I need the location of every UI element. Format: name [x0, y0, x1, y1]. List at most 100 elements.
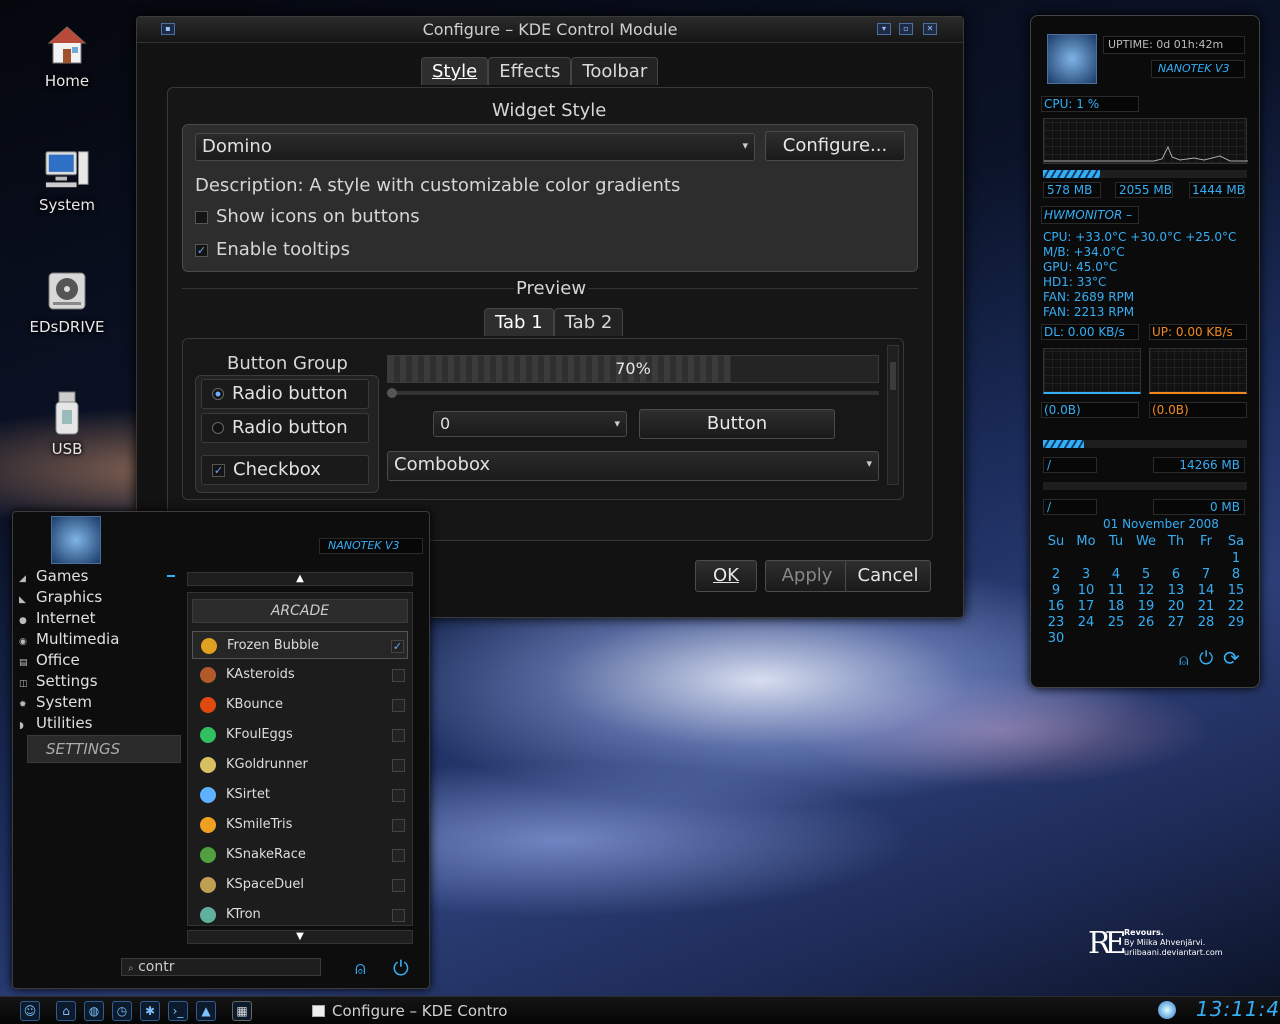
calendar-day[interactable]: 26	[1131, 615, 1161, 631]
minimize-button[interactable]: ▾	[877, 23, 891, 35]
configure-style-button[interactable]: Configure...	[765, 131, 905, 161]
desktop-icon-system[interactable]: System	[22, 146, 112, 214]
calendar-day[interactable]: 5	[1131, 567, 1161, 583]
apply-button[interactable]: Apply	[765, 560, 849, 592]
app-favorite-checkbox[interactable]	[392, 909, 405, 922]
sysmon-lock-icon[interactable]: ⍝	[1179, 650, 1189, 670]
category-graphics[interactable]: ◣ Graphics	[19, 588, 102, 606]
calendar-day[interactable]: 23	[1041, 615, 1071, 631]
terminal-icon[interactable]: ›_	[168, 1001, 188, 1021]
app-item[interactable]: KSpaceDuel	[192, 871, 408, 899]
calendar-day[interactable]: 16	[1041, 599, 1071, 615]
category-utilities[interactable]: ◗ Utilities	[19, 714, 92, 732]
app-item[interactable]: KSmileTris	[192, 811, 408, 839]
hwmonitor-collapse-icon[interactable]: –	[1126, 208, 1132, 222]
calendar-day[interactable]: 27	[1161, 615, 1191, 631]
sysmon-refresh-icon[interactable]: ⟳	[1223, 646, 1240, 670]
preview-tab-1[interactable]: Tab 1	[484, 308, 554, 336]
desktop-icon-home[interactable]: Home	[22, 22, 112, 90]
app-favorite-checkbox[interactable]	[392, 849, 405, 862]
calendar-day[interactable]: 22	[1221, 599, 1251, 615]
preview-combobox[interactable]: Combobox	[387, 451, 879, 481]
enable-tooltips-option[interactable]: ✓ Enable tooltips	[195, 239, 350, 260]
calendar-day[interactable]: 17	[1071, 599, 1101, 615]
calendar-day[interactable]: 6	[1161, 567, 1191, 583]
tab-toolbar[interactable]: Toolbar	[571, 57, 659, 85]
preview-slider[interactable]	[387, 388, 879, 398]
calendar-day[interactable]: 9	[1041, 583, 1071, 599]
calendar-day[interactable]: 2	[1041, 567, 1071, 583]
calendar-day[interactable]: 3	[1071, 567, 1101, 583]
app-favorite-checkbox[interactable]	[392, 669, 405, 682]
slider-handle[interactable]	[387, 388, 397, 398]
calendar-day[interactable]: 13	[1161, 583, 1191, 599]
calendar-day[interactable]: 20	[1161, 599, 1191, 615]
category-system[interactable]: ✹ System	[19, 693, 92, 711]
widget-style-combobox[interactable]: Domino	[195, 133, 755, 161]
show-icons-option[interactable]: Show icons on buttons	[195, 206, 420, 227]
radio-button-1[interactable]	[212, 388, 224, 400]
logout-icon[interactable]: ⏻	[393, 956, 409, 980]
taskbar-task[interactable]: Configure – KDE Contro	[310, 1000, 510, 1022]
app-favorite-checkbox[interactable]	[392, 879, 405, 892]
user-icon[interactable]: ☺	[20, 1001, 40, 1021]
lock-icon[interactable]: ⍝	[355, 958, 366, 979]
app-item[interactable]: KBounce	[192, 691, 408, 719]
upload-icon[interactable]: ▲	[196, 1001, 216, 1021]
app-favorite-checkbox[interactable]	[392, 729, 405, 742]
app-item[interactable]: KSirtet	[192, 781, 408, 809]
app-item[interactable]: KGoldrunner	[192, 751, 408, 779]
maximize-button[interactable]: ▫	[899, 23, 913, 35]
checkbox-row[interactable]: ✓ Checkbox	[201, 455, 369, 485]
app-favorite-checkbox[interactable]: ✓	[391, 640, 404, 653]
calendar-day[interactable]: 12	[1131, 583, 1161, 599]
network-tray-icon[interactable]	[1158, 1001, 1176, 1019]
desktop-icon-drive[interactable]: EDsDRIVE	[22, 268, 112, 336]
tab-effects[interactable]: Effects	[488, 57, 572, 85]
globe-icon[interactable]: ◍	[84, 1001, 104, 1021]
kcm-titlebar[interactable]: ▪ Configure – KDE Control Module ▾ ▫ ✕	[137, 17, 963, 43]
category-settings[interactable]: ◫ Settings	[19, 672, 98, 690]
category-multimedia[interactable]: ◉ Multimedia	[19, 630, 119, 648]
window-menu-button[interactable]: ▪	[161, 23, 175, 35]
preview-scrollbar[interactable]	[887, 345, 899, 485]
app-item[interactable]: Frozen Bubble ✓	[192, 631, 408, 659]
cancel-button[interactable]: Cancel	[845, 560, 931, 592]
clock[interactable]: 13:11:47	[1196, 997, 1280, 1021]
star-icon[interactable]: ✱	[140, 1001, 160, 1021]
calendar-day[interactable]: 4	[1101, 567, 1131, 583]
pager-icon[interactable]: ▦	[232, 1001, 252, 1021]
tab-style[interactable]: Style	[421, 57, 489, 85]
calendar-day[interactable]: 15	[1221, 583, 1251, 599]
category-games[interactable]: ◢ Games	[19, 567, 88, 585]
radio-button-1-row[interactable]: Radio button	[201, 379, 369, 409]
preview-tab-2[interactable]: Tab 2	[553, 308, 624, 336]
show-icons-checkbox[interactable]	[195, 210, 208, 224]
calendar-day[interactable]: 11	[1101, 583, 1131, 599]
sysmon-power-icon[interactable]: ⏻	[1199, 648, 1213, 669]
app-item[interactable]: KFoulEggs	[192, 721, 408, 749]
spin-box[interactable]: 0	[433, 411, 627, 437]
radio-button-2[interactable]	[212, 422, 224, 434]
radio-button-2-row[interactable]: Radio button	[201, 413, 369, 443]
calendar-day[interactable]: 24	[1071, 615, 1101, 631]
app-list-scroll-down[interactable]: ▼	[187, 930, 413, 944]
calendar-day[interactable]: 14	[1191, 583, 1221, 599]
app-item[interactable]: KAsteroids	[192, 661, 408, 689]
app-list-scroll-up[interactable]: ▲	[187, 572, 413, 586]
search-box[interactable]: ⌕ contr	[121, 958, 321, 976]
enable-tooltips-checkbox[interactable]: ✓	[195, 243, 208, 257]
app-item[interactable]: KTron	[192, 901, 408, 929]
scrollbar-thumb[interactable]	[890, 362, 896, 390]
category-office[interactable]: ▤ Office	[19, 651, 80, 669]
close-button[interactable]: ✕	[923, 23, 937, 35]
clock-icon[interactable]: ◷	[112, 1001, 132, 1021]
category-internet[interactable]: ● Internet	[19, 609, 96, 627]
app-favorite-checkbox[interactable]	[392, 819, 405, 832]
calendar-day[interactable]: 19	[1131, 599, 1161, 615]
calendar-day[interactable]: 18	[1101, 599, 1131, 615]
calendar-day[interactable]: 10	[1071, 583, 1101, 599]
preview-checkbox[interactable]: ✓	[212, 463, 225, 477]
preview-button[interactable]: Button	[639, 409, 835, 439]
home-icon[interactable]: ⌂	[56, 1001, 76, 1021]
